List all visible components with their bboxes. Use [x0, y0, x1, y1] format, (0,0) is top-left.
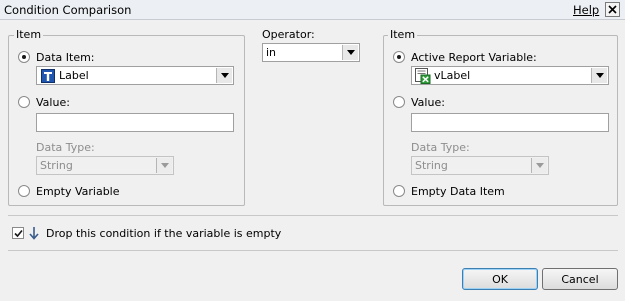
data-type-dropdown-arrow-left[interactable]: [156, 158, 172, 173]
operator-dropdown[interactable]: in: [262, 43, 360, 62]
value-input-left[interactable]: [36, 113, 234, 132]
data-type-label-left: Data Type:: [36, 141, 95, 154]
value-radio-right[interactable]: [393, 96, 405, 108]
active-report-variable-value: vLabel: [434, 69, 471, 82]
data-type-dropdown-arrow-right[interactable]: [531, 158, 547, 173]
data-item-value: Label: [59, 69, 89, 82]
data-type-value-left: String: [40, 159, 73, 172]
bottom-separator: [8, 250, 618, 251]
ok-button-label: OK: [492, 272, 508, 286]
ok-button[interactable]: OK: [462, 268, 538, 290]
empty-data-item-label: Empty Data Item: [411, 185, 505, 198]
help-link[interactable]: Help: [573, 3, 599, 17]
active-report-variable-label: Active Report Variable:: [411, 51, 537, 64]
empty-variable-label: Empty Variable: [36, 185, 120, 198]
chevron-down-icon: [160, 163, 169, 168]
data-item-label: Data Item:: [36, 51, 95, 64]
arrow-down-icon: [29, 227, 39, 240]
close-icon: [608, 5, 617, 14]
dialog-title: Condition Comparison: [4, 3, 132, 17]
data-type-dropdown-left[interactable]: String: [36, 156, 174, 175]
drop-condition-label: Drop this condition if the variable is e…: [46, 227, 282, 240]
cancel-button-label: Cancel: [561, 272, 599, 286]
chevron-down-icon: [535, 163, 544, 168]
chevron-down-icon: [220, 73, 229, 78]
close-button[interactable]: [605, 2, 620, 17]
data-item-radio[interactable]: [18, 51, 30, 63]
active-report-variable-dropdown[interactable]: vLabel: [411, 66, 609, 85]
text-field-icon: [41, 69, 55, 83]
data-item-dropdown-arrow[interactable]: [216, 68, 232, 83]
active-report-variable-radio[interactable]: [393, 51, 405, 63]
value-label-right: Value:: [411, 96, 445, 109]
top-separator: [8, 215, 618, 216]
drop-condition-checkbox[interactable]: [12, 227, 24, 239]
empty-variable-radio[interactable]: [18, 185, 30, 197]
data-type-label-right: Data Type:: [411, 141, 470, 154]
operator-value: in: [266, 46, 277, 59]
data-type-value-right: String: [415, 159, 448, 172]
operator-label: Operator:: [262, 28, 315, 41]
checkmark-icon: [13, 229, 23, 237]
variable-icon: [415, 68, 431, 84]
chevron-down-icon: [595, 73, 604, 78]
value-radio-left[interactable]: [18, 96, 30, 108]
data-item-dropdown[interactable]: Label: [36, 66, 234, 85]
empty-data-item-radio[interactable]: [393, 185, 405, 197]
value-label-left: Value:: [36, 96, 70, 109]
chevron-down-icon: [346, 50, 355, 55]
value-input-right[interactable]: [411, 113, 609, 132]
operator-dropdown-arrow[interactable]: [342, 45, 358, 60]
right-group-legend: Item: [388, 28, 418, 41]
data-type-dropdown-right[interactable]: String: [411, 156, 549, 175]
cancel-button[interactable]: Cancel: [542, 268, 618, 290]
left-group-legend: Item: [14, 28, 44, 41]
active-report-variable-dropdown-arrow[interactable]: [591, 68, 607, 83]
